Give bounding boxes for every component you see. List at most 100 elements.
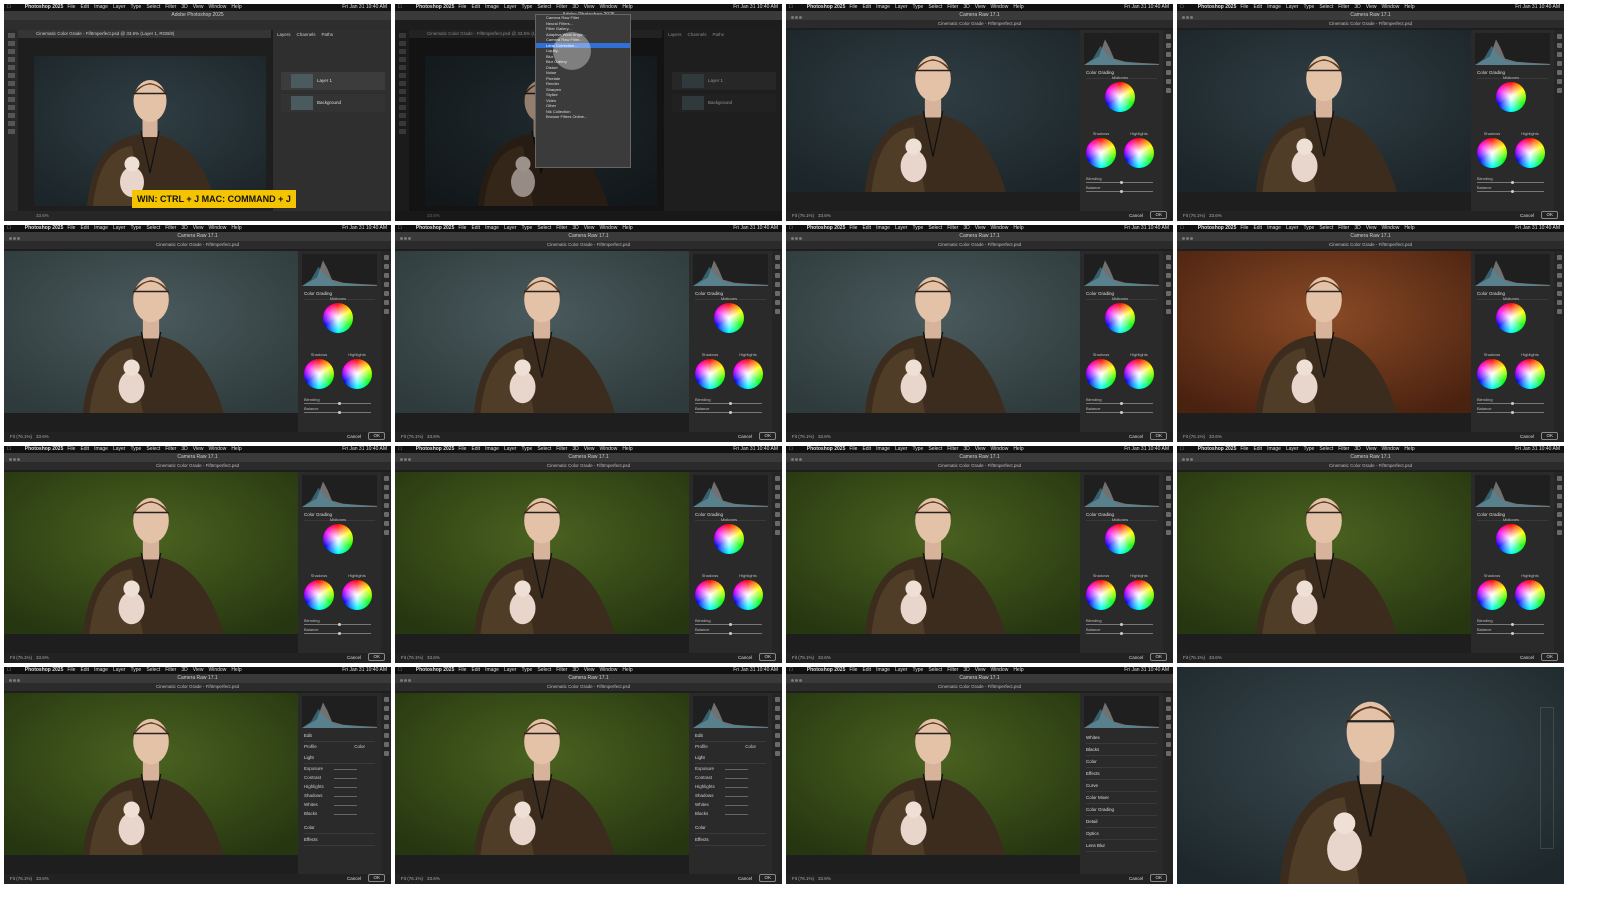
effects-section[interactable]: Effects	[1086, 769, 1157, 780]
zoom-window-button[interactable]	[1190, 458, 1193, 461]
balance-slider[interactable]	[1086, 411, 1153, 414]
menu-3d[interactable]: 3D	[1354, 446, 1360, 452]
hand-tool-icon[interactable]	[7, 113, 15, 118]
mask-tool-icon[interactable]	[383, 503, 389, 508]
window-controls[interactable]	[790, 235, 804, 240]
app-name[interactable]: Photoshop 2025	[1198, 4, 1237, 10]
crop-tool-icon[interactable]	[383, 264, 389, 269]
menu-type[interactable]: Type	[521, 446, 532, 452]
app-name[interactable]: Photoshop 2025	[807, 4, 846, 10]
apple-icon[interactable]: 	[789, 667, 793, 673]
zoom-window-button[interactable]	[1190, 16, 1193, 19]
shadows-wheel[interactable]	[695, 580, 725, 610]
more-icon[interactable]	[383, 309, 389, 314]
highlights-wheel[interactable]	[1124, 580, 1154, 610]
menu-type[interactable]: Type	[521, 667, 532, 673]
crop-tool-icon[interactable]	[1165, 264, 1171, 269]
menu-help[interactable]: Help	[231, 667, 241, 673]
cancel-button[interactable]: Cancel	[1125, 876, 1147, 882]
close-window-button[interactable]	[1182, 458, 1185, 461]
menu-type[interactable]: Type	[521, 225, 532, 231]
menu-image[interactable]: Image	[876, 667, 890, 673]
menu-3d[interactable]: 3D	[181, 667, 187, 673]
type-tool-icon[interactable]	[7, 105, 15, 110]
menu-filter[interactable]: Filter	[556, 4, 567, 10]
zoom-window-button[interactable]	[799, 237, 802, 240]
menu-file[interactable]: File	[1240, 4, 1248, 10]
balance-slider[interactable]	[1086, 190, 1153, 193]
menu-type[interactable]: Type	[130, 4, 141, 10]
blacks-slider[interactable]	[725, 814, 748, 815]
redeye-tool-icon[interactable]	[383, 291, 389, 296]
presets-icon[interactable]	[1165, 742, 1171, 747]
shadows-slider-slider[interactable]	[334, 796, 357, 797]
color-section[interactable]: Color	[304, 823, 375, 834]
menu-view[interactable]: View	[975, 667, 986, 673]
menu-select[interactable]: Select	[1319, 4, 1333, 10]
menu-view[interactable]: View	[975, 446, 986, 452]
menu-3d[interactable]: 3D	[963, 225, 969, 231]
zoom-value[interactable]: 33.6%	[818, 874, 831, 884]
cancel-button[interactable]: Cancel	[1125, 655, 1147, 661]
menu-view[interactable]: View	[1366, 4, 1377, 10]
midtones-wheel[interactable]	[714, 524, 744, 554]
eraser-tool-icon[interactable]	[7, 81, 15, 86]
menu-3d[interactable]: 3D	[1354, 4, 1360, 10]
menu-layer[interactable]: Layer	[1286, 4, 1299, 10]
more-icon[interactable]	[1165, 309, 1171, 314]
filter-menu-item[interactable]: Browse Filters Online...	[536, 114, 630, 120]
crop-tool-icon[interactable]	[7, 57, 15, 62]
mask-tool-icon[interactable]	[383, 282, 389, 287]
menu-file[interactable]: File	[458, 446, 466, 452]
menu-3d[interactable]: 3D	[963, 446, 969, 452]
balance-slider[interactable]	[695, 632, 762, 635]
menu-file[interactable]: File	[1240, 225, 1248, 231]
app-name[interactable]: Photoshop 2025	[1198, 446, 1237, 452]
menu-view[interactable]: View	[584, 4, 595, 10]
menu-layer[interactable]: Layer	[1286, 225, 1299, 231]
document-tab[interactable]: Cinematic Color Grade - FiftImperfect.ps…	[18, 30, 271, 38]
crop-tool-icon[interactable]	[1165, 43, 1171, 48]
color-section[interactable]: Color	[1086, 757, 1157, 768]
shadows-slider-row[interactable]: Shadows	[304, 792, 375, 800]
menu-window[interactable]: Window	[209, 225, 227, 231]
presets-icon[interactable]	[774, 742, 780, 747]
layer-row-background[interactable]: Background	[281, 94, 385, 112]
menu-edit[interactable]: Edit	[80, 667, 89, 673]
menu-file[interactable]: File	[67, 225, 75, 231]
more-icon[interactable]	[1556, 530, 1562, 535]
cancel-button[interactable]: Cancel	[734, 876, 756, 882]
zoom-window-button[interactable]	[408, 679, 411, 682]
edit-tool-icon[interactable]	[383, 697, 389, 702]
menu-edit[interactable]: Edit	[862, 225, 871, 231]
menu-view[interactable]: View	[193, 667, 204, 673]
window-controls[interactable]	[399, 235, 413, 240]
menu-select[interactable]: Select	[146, 667, 160, 673]
heal-tool-icon[interactable]	[1165, 52, 1171, 57]
ok-button[interactable]: OK	[1150, 874, 1167, 882]
app-name[interactable]: Photoshop 2025	[807, 225, 846, 231]
menu-filter[interactable]: Filter	[947, 225, 958, 231]
presets-icon[interactable]	[1165, 521, 1171, 526]
mask-tool-icon[interactable]	[1556, 282, 1562, 287]
marquee-tool-icon[interactable]	[7, 41, 15, 46]
ok-button[interactable]: OK	[759, 874, 776, 882]
highlights-slider-row[interactable]: Highlights	[695, 783, 766, 791]
redeye-tool-icon[interactable]	[383, 512, 389, 517]
edit-tool-icon[interactable]	[383, 255, 389, 260]
cancel-button[interactable]: Cancel	[1125, 434, 1147, 440]
profile-row[interactable]: Profile Color	[304, 743, 375, 751]
tab-paths[interactable]: Paths	[322, 32, 334, 37]
zoom-window-button[interactable]	[799, 458, 802, 461]
redeye-tool-icon[interactable]	[1556, 70, 1562, 75]
app-name[interactable]: Photoshop 2025	[807, 446, 846, 452]
brush-tool-icon[interactable]	[7, 73, 15, 78]
menu-select[interactable]: Select	[146, 446, 160, 452]
menu-layer[interactable]: Layer	[895, 446, 908, 452]
highlights-wheel[interactable]	[1124, 359, 1154, 389]
fit-zoom-label[interactable]: Fit (76.1%)	[10, 432, 32, 442]
edit-tool-icon[interactable]	[1165, 34, 1171, 39]
menu-edit[interactable]: Edit	[1253, 4, 1262, 10]
menu-3d[interactable]: 3D	[572, 225, 578, 231]
blending-slider[interactable]	[1477, 623, 1544, 626]
